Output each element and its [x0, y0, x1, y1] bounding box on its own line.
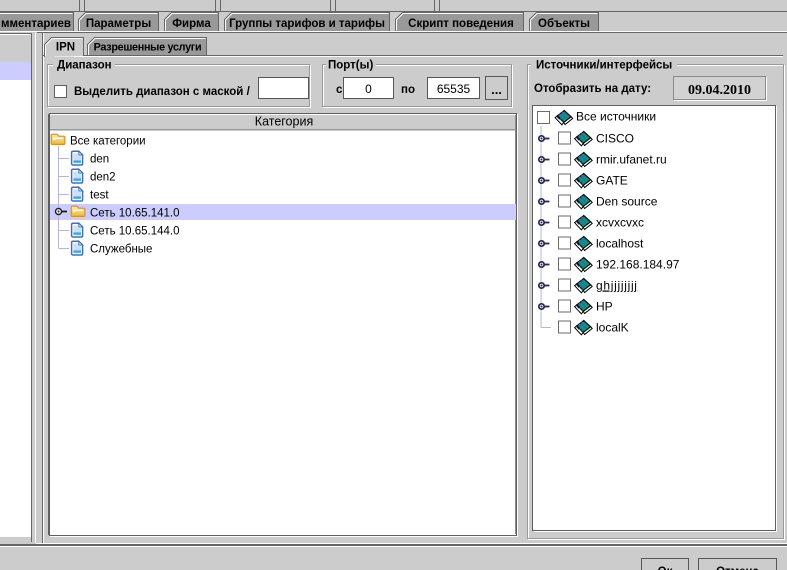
- svg-text:мментариев: мментариев: [1, 18, 71, 30]
- svg-text:с: с: [336, 84, 343, 96]
- svg-text:Скрипт поведения: Скрипт поведения: [408, 18, 514, 30]
- svg-text:GATE: GATE: [596, 174, 628, 188]
- svg-text:0: 0: [365, 82, 372, 96]
- svg-text:Ок: Ок: [658, 566, 673, 570]
- svg-text:Диапазон: Диапазон: [57, 60, 112, 72]
- svg-text:Выделить диапазон с маской /: Выделить диапазон с маской /: [74, 86, 251, 98]
- svg-text:Все источники: Все источники: [576, 110, 656, 124]
- svg-text:по: по: [401, 84, 415, 96]
- svg-text:Группы тарифов и тарифы: Группы тарифов и тарифы: [229, 18, 385, 30]
- svg-text:Den source: Den source: [596, 195, 658, 209]
- svg-text:test: test: [90, 190, 109, 202]
- svg-text:localhost: localhost: [596, 237, 644, 251]
- svg-text:...: ...: [491, 82, 502, 97]
- svg-text:Параметры: Параметры: [86, 18, 151, 30]
- svg-text:rmir.ufanet.ru: rmir.ufanet.ru: [596, 153, 667, 167]
- svg-text:IPN: IPN: [56, 42, 75, 54]
- svg-text:den: den: [90, 154, 109, 166]
- svg-text:Служебные: Служебные: [90, 244, 152, 256]
- svg-text:65535: 65535: [437, 82, 471, 96]
- svg-text:Порт(ы): Порт(ы): [328, 60, 373, 72]
- svg-text:ghjjjjjjjj: ghjjjjjjjj: [596, 279, 638, 293]
- svg-text:Фирма: Фирма: [172, 18, 211, 30]
- svg-text:192.168.184.97: 192.168.184.97: [596, 258, 680, 272]
- svg-text:Сеть 10.65.144.0: Сеть 10.65.144.0: [90, 226, 180, 238]
- svg-text:09.04.2010: 09.04.2010: [688, 83, 751, 98]
- svg-text:Отобразить на дату:: Отобразить на дату:: [534, 83, 651, 95]
- svg-text:Разрешенные услуги: Разрешенные услуги: [94, 42, 202, 54]
- svg-text:Все категории: Все категории: [70, 136, 146, 148]
- svg-text:xcvxcvxc: xcvxcvxc: [596, 216, 644, 230]
- svg-text:den2: den2: [90, 172, 116, 184]
- svg-text:Сеть 10.65.141.0: Сеть 10.65.141.0: [90, 208, 180, 220]
- svg-text:Категория: Категория: [255, 115, 313, 129]
- svg-text:Отмена: Отмена: [716, 566, 759, 570]
- svg-text:Объекты: Объекты: [538, 18, 590, 30]
- svg-text:CISCO: CISCO: [596, 132, 634, 146]
- svg-text:Источники/интерфейсы: Источники/интерфейсы: [536, 60, 672, 72]
- svg-text:localK: localK: [596, 321, 629, 335]
- svg-text:HP: HP: [596, 300, 613, 314]
